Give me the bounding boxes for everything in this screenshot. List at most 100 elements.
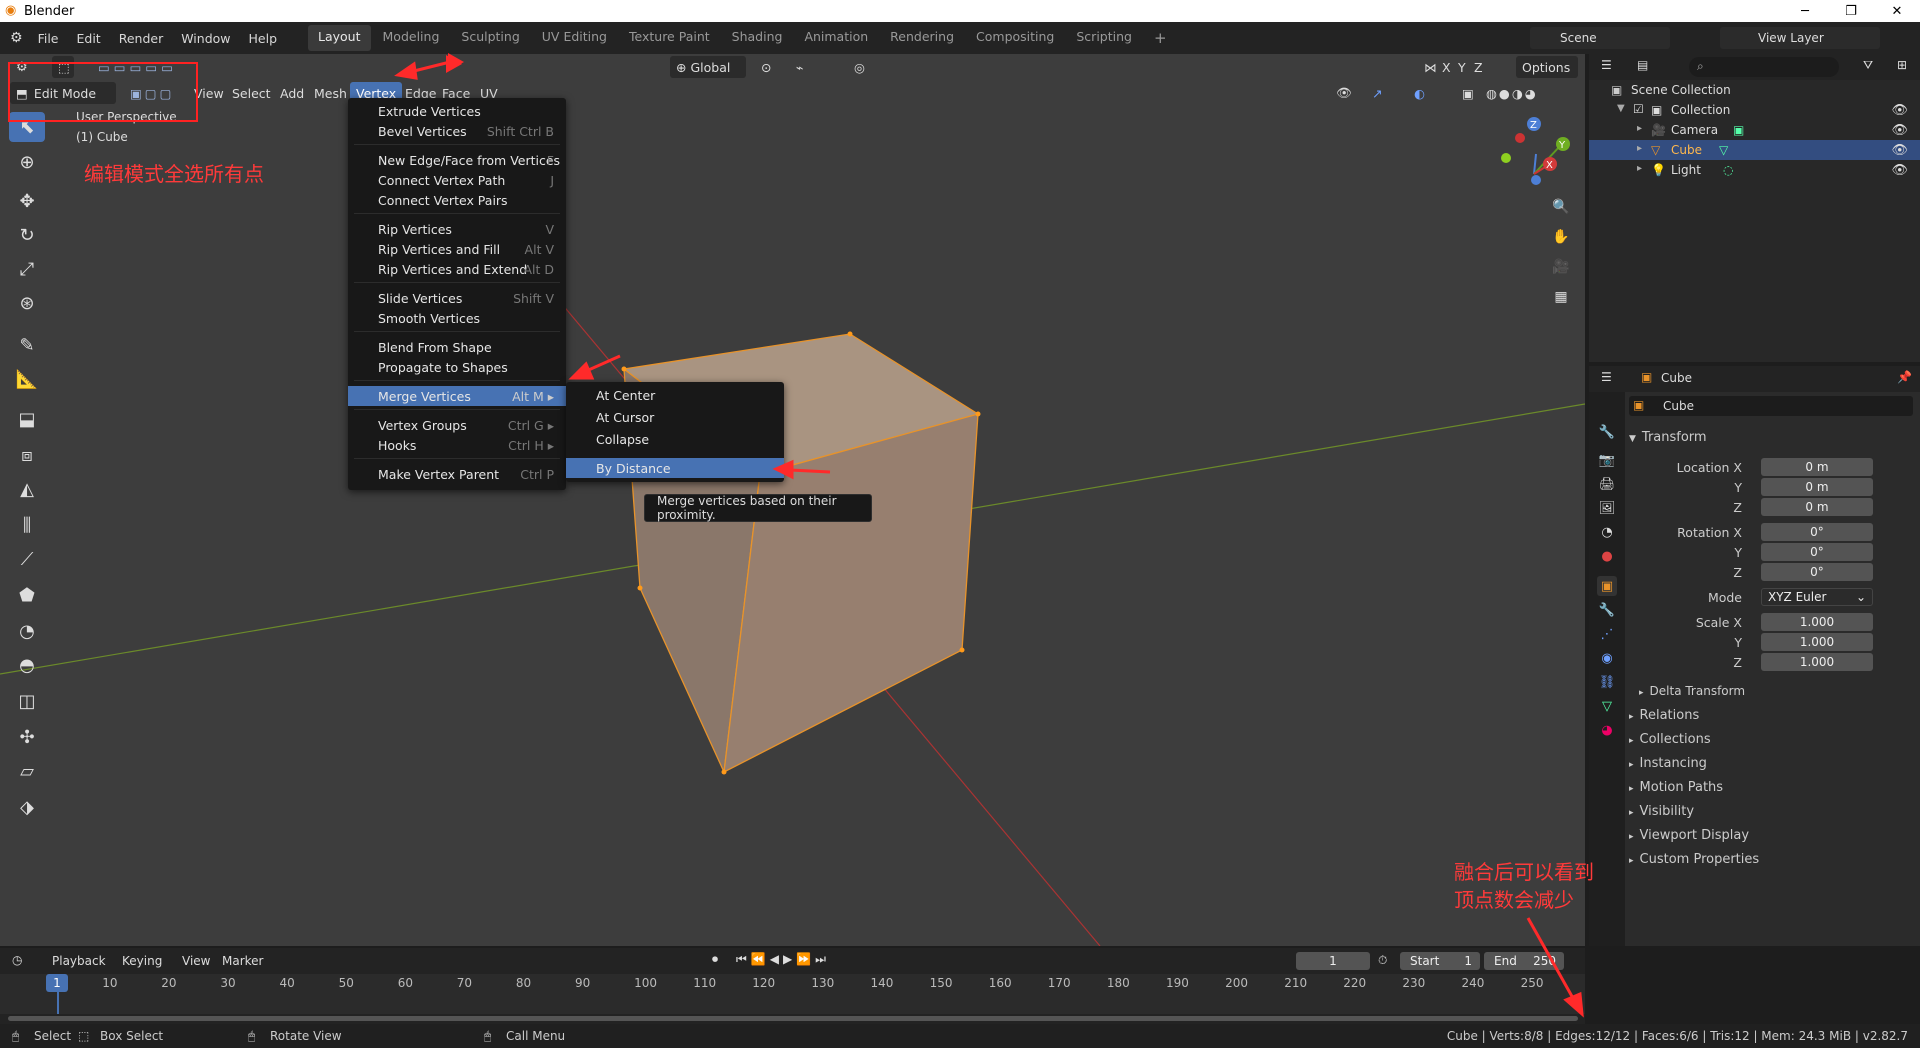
outliner-search-input[interactable]: ⌕ xyxy=(1689,57,1839,77)
poly-build-tool-icon[interactable]: ⬟ xyxy=(9,580,45,610)
rip-region-tool-icon[interactable]: ⬗ xyxy=(9,792,45,822)
gizmo-toggle-icon[interactable]: ↗ xyxy=(1366,82,1396,104)
menu-smooth-vertices[interactable]: Smooth Vertices xyxy=(348,308,566,328)
timeline-scrollbar[interactable] xyxy=(8,1016,1578,1021)
menu-connect-vertex-path[interactable]: Connect Vertex Path J xyxy=(348,170,566,190)
menu-merge-at-center[interactable]: At Center xyxy=(566,385,784,405)
rotation-z-field[interactable]: 0° xyxy=(1761,563,1873,581)
tab-rendering[interactable]: Rendering xyxy=(880,25,964,51)
maximize-button[interactable]: ❐ xyxy=(1828,0,1874,22)
modifier-tab-icon[interactable]: 🔧 xyxy=(1597,600,1617,620)
tab-compositing[interactable]: Compositing xyxy=(966,25,1064,51)
custom-properties-section[interactable]: ▸ Custom Properties xyxy=(1629,852,1759,867)
output-tab-icon[interactable]: 🖨 xyxy=(1597,474,1617,494)
checkbox-icon[interactable]: ☑ xyxy=(1633,102,1644,116)
filter-icon[interactable]: ⛛ xyxy=(1863,58,1873,73)
render-tab-icon[interactable]: 📷 xyxy=(1597,450,1617,470)
visibility-icon[interactable]: 👁 xyxy=(1330,82,1360,104)
instancing-section[interactable]: ▸ Instancing xyxy=(1629,756,1707,771)
annotate-tool-icon[interactable]: ✎ xyxy=(9,330,45,360)
menu-add[interactable]: Add xyxy=(274,82,310,104)
close-button[interactable]: ✕ xyxy=(1874,0,1920,22)
scale-tool-icon[interactable]: ⤢ xyxy=(9,254,45,284)
snap-icon[interactable]: ⌁ xyxy=(790,56,840,78)
transform-orientation-dropdown[interactable]: ⊕ Global xyxy=(670,56,746,78)
playback-controls-icons[interactable]: ⏮⏪◀▶⏩⏭ xyxy=(736,952,830,967)
menu-vertex-groups[interactable]: Vertex Groups Ctrl G ▸ xyxy=(348,415,566,435)
tab-layout[interactable]: Layout xyxy=(308,25,371,51)
proportional-edit-icon[interactable]: ◎ xyxy=(848,56,898,78)
mesh-data-tab-icon[interactable]: ▽ xyxy=(1597,696,1617,716)
tab-sculpting[interactable]: Sculpting xyxy=(451,25,529,51)
menu-merge-vertices[interactable]: Merge Vertices Alt M ▸ xyxy=(348,386,566,406)
menu-rip-vertices-extend[interactable]: Rip Vertices and Extend Alt D xyxy=(348,259,566,279)
scale-z-field[interactable]: 1.000 xyxy=(1761,653,1873,671)
relations-section[interactable]: ▸ Relations xyxy=(1629,708,1699,723)
transform-section-header[interactable]: ▼ Transform xyxy=(1629,430,1707,445)
visibility-eye-icon[interactable]: 👁 xyxy=(1891,103,1908,118)
rotation-x-field[interactable]: 0° xyxy=(1761,523,1873,541)
outliner-row-camera[interactable]: ▸ 🎥 Camera ▣ 👁 xyxy=(1589,120,1920,140)
menu-file[interactable]: File xyxy=(29,31,68,46)
menu-keying[interactable]: Keying xyxy=(122,954,162,968)
mirror-axis-z[interactable]: Z xyxy=(1468,56,1489,78)
pivot-point-icon[interactable]: ⊙ xyxy=(755,56,785,78)
shrink-fatten-tool-icon[interactable]: ✣ xyxy=(9,722,45,752)
menu-merge-by-distance[interactable]: By Distance xyxy=(566,458,784,478)
menu-slide-vertices[interactable]: Slide Vertices Shift V xyxy=(348,288,566,308)
delta-transform-section[interactable]: ▸ Delta Transform xyxy=(1639,684,1745,698)
current-frame-field[interactable]: 1 xyxy=(1296,952,1370,970)
extrude-tool-icon[interactable]: ⬓ xyxy=(9,404,45,434)
constraints-tab-icon[interactable]: ⛓ xyxy=(1597,672,1617,692)
menu-window[interactable]: Window xyxy=(172,31,239,46)
inset-tool-icon[interactable]: ⧈ xyxy=(9,440,45,470)
physics-tab-icon[interactable]: ◉ xyxy=(1597,648,1617,668)
knife-tool-icon[interactable]: ⟋ xyxy=(9,544,45,574)
display-mode-icon[interactable]: ▤ xyxy=(1637,58,1648,72)
tab-shading[interactable]: Shading xyxy=(722,25,793,51)
timeline-editor-icon[interactable]: ◷ xyxy=(12,953,22,967)
smooth-tool-icon[interactable]: ◓ xyxy=(9,650,45,680)
visibility-section[interactable]: ▸ Visibility xyxy=(1629,804,1694,819)
edge-slide-tool-icon[interactable]: ◫ xyxy=(9,686,45,716)
expand-arrow-icon[interactable]: ▸ xyxy=(1637,123,1642,134)
collections-section[interactable]: ▸ Collections xyxy=(1629,732,1711,747)
options-dropdown[interactable]: Options xyxy=(1516,56,1578,78)
minimize-button[interactable]: ─ xyxy=(1782,0,1828,22)
visibility-eye-icon[interactable]: 👁 xyxy=(1891,143,1908,158)
menu-blend-from-shape[interactable]: Blend From Shape xyxy=(348,337,566,357)
menu-bevel-vertices[interactable]: Bevel Vertices Shift Ctrl B xyxy=(348,121,566,141)
visibility-eye-icon[interactable]: 👁 xyxy=(1891,163,1908,178)
move-tool-icon[interactable]: ✥ xyxy=(9,186,45,216)
rotate-tool-icon[interactable]: ↻ xyxy=(9,220,45,250)
menu-rip-vertices[interactable]: Rip Vertices V xyxy=(348,219,566,239)
bevel-tool-icon[interactable]: ◭ xyxy=(9,474,45,504)
outliner-row-cube[interactable]: ▸ ▽ Cube ▽ 👁 xyxy=(1589,140,1920,160)
menu-help[interactable]: Help xyxy=(240,31,287,46)
pin-icon[interactable]: 📌 xyxy=(1897,370,1912,384)
end-frame-field[interactable]: End 250 xyxy=(1484,952,1564,970)
rotation-mode-dropdown[interactable]: XYZ Euler ⌄ xyxy=(1761,588,1873,606)
outliner-row-scene-collection[interactable]: ▣ Scene Collection xyxy=(1589,80,1920,100)
overlays-icon[interactable]: ◐ xyxy=(1408,82,1438,104)
start-frame-field[interactable]: Start 1 xyxy=(1400,952,1480,970)
particles-tab-icon[interactable]: ⋰ xyxy=(1597,624,1617,644)
blender-menu-icon[interactable]: ⚙ xyxy=(10,30,23,46)
menu-rip-vertices-fill[interactable]: Rip Vertices and Fill Alt V xyxy=(348,239,566,259)
menu-playback[interactable]: Playback xyxy=(52,954,106,968)
menu-merge-at-cursor[interactable]: At Cursor xyxy=(566,407,784,427)
scale-x-field[interactable]: 1.000 xyxy=(1761,613,1873,631)
menu-timeline-view[interactable]: View xyxy=(182,954,210,968)
menu-select[interactable]: Select xyxy=(226,82,277,104)
material-tab-icon[interactable]: ◕ xyxy=(1597,720,1617,740)
world-tab-icon[interactable]: ● xyxy=(1597,546,1617,566)
location-z-field[interactable]: 0 m xyxy=(1761,498,1873,516)
tool-tab-icon[interactable]: 🔧 xyxy=(1597,422,1617,442)
menu-marker[interactable]: Marker xyxy=(222,954,263,968)
expand-arrow-icon[interactable]: ▸ xyxy=(1637,143,1642,154)
object-tab-icon[interactable]: ▣ xyxy=(1597,576,1617,596)
expand-arrow-icon[interactable]: ▸ xyxy=(1637,163,1642,174)
tab-animation[interactable]: Animation xyxy=(794,25,878,51)
cursor-tool-icon[interactable]: ⊕ xyxy=(9,147,45,177)
scene-tab-icon[interactable]: ◔ xyxy=(1597,522,1617,542)
